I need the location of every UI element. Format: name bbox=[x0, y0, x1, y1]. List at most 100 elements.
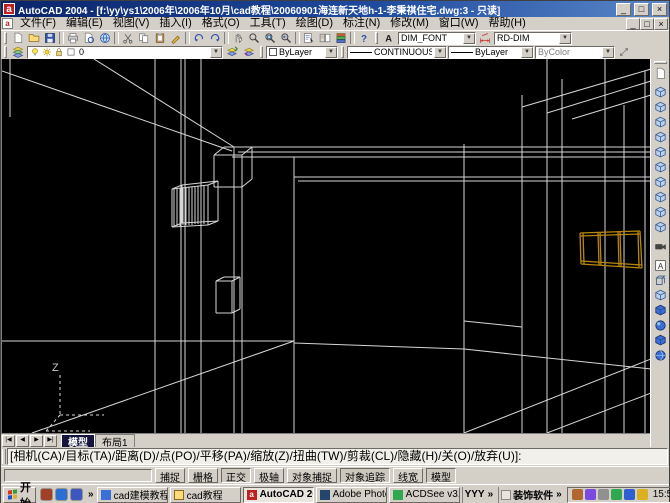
taskbar-task-4[interactable]: ACDSee v3.1... bbox=[388, 486, 460, 503]
quicklaunch-app-1-icon[interactable] bbox=[40, 488, 53, 501]
text-style-dropdown[interactable]: DIM_FONT ▼ bbox=[398, 31, 476, 45]
toolbar-handle[interactable] bbox=[260, 46, 263, 58]
tray-icon-4[interactable] bbox=[610, 489, 622, 500]
gouraud-shaded-button[interactable] bbox=[652, 318, 668, 333]
dropdown-arrow-icon[interactable]: ▼ bbox=[602, 46, 614, 58]
menu-item-2[interactable]: 视图(V) bbox=[108, 17, 155, 30]
menu-item-6[interactable]: 绘图(D) bbox=[291, 17, 338, 30]
start-button[interactable]: 开始 bbox=[3, 482, 36, 503]
toolbar-handle[interactable] bbox=[341, 46, 344, 58]
toolbar-handle[interactable] bbox=[653, 61, 667, 64]
layer-dropdown[interactable]: 0 ▼ bbox=[27, 45, 223, 59]
bottom-view-button[interactable] bbox=[652, 100, 668, 115]
drawing-canvas[interactable]: Z bbox=[1, 59, 650, 433]
tray-icon-2[interactable] bbox=[584, 489, 596, 500]
redo-button[interactable] bbox=[207, 31, 223, 45]
layer-previous-button[interactable] bbox=[241, 45, 257, 59]
layout-tab-0[interactable]: 模型 bbox=[61, 434, 95, 449]
tab-nav-1[interactable]: ◀ bbox=[16, 434, 29, 447]
dropdown-arrow-icon[interactable]: ▼ bbox=[325, 46, 337, 58]
dropdown-arrow-icon[interactable]: ▼ bbox=[210, 46, 222, 58]
text-style-button[interactable]: A bbox=[381, 31, 397, 45]
2d-wireframe-button[interactable]: A bbox=[652, 258, 668, 273]
undo-button[interactable] bbox=[191, 31, 207, 45]
tab-nav-2[interactable]: ▶ bbox=[30, 434, 43, 447]
doc-restore-button[interactable]: □ bbox=[640, 17, 654, 30]
command-window[interactable]: [相机(CA)/目标(TA)/距离(D)/点(PO)/平移(PA)/缩放(Z)/… bbox=[1, 447, 669, 466]
color-dropdown[interactable]: ByLayer ▼ bbox=[266, 45, 338, 59]
publish-button[interactable] bbox=[97, 31, 113, 45]
new-button[interactable] bbox=[10, 31, 26, 45]
dim-style-dropdown[interactable]: RD-DIM ▼ bbox=[494, 31, 572, 45]
tray-icon-6[interactable] bbox=[636, 489, 648, 500]
status-polar[interactable]: 极轴 bbox=[254, 468, 284, 484]
open-button[interactable] bbox=[26, 31, 42, 45]
nw-isometric-view-button[interactable] bbox=[652, 220, 668, 235]
status-model[interactable]: 模型 bbox=[426, 468, 456, 484]
status-grid[interactable]: 栅格 bbox=[188, 468, 218, 484]
minimize-button[interactable]: _ bbox=[616, 2, 631, 16]
command-prompt[interactable]: [相机(CA)/目标(TA)/距离(D)/点(PO)/平移(PA)/缩放(Z)/… bbox=[7, 448, 668, 465]
layer-properties-button[interactable] bbox=[10, 45, 26, 59]
flat-shaded-button[interactable] bbox=[652, 303, 668, 318]
plot-button[interactable] bbox=[65, 31, 81, 45]
designcenter-button[interactable] bbox=[317, 31, 333, 45]
doc-minimize-button[interactable]: _ bbox=[626, 17, 640, 30]
back-view-button[interactable] bbox=[652, 160, 668, 175]
taskbar-task-3[interactable]: Adobe Photo... bbox=[315, 486, 387, 503]
taskbar-task-1[interactable]: cad教程 bbox=[169, 486, 241, 503]
close-button[interactable]: × bbox=[652, 2, 667, 16]
zoom-previous-button[interactable] bbox=[278, 31, 294, 45]
save-button[interactable] bbox=[42, 31, 58, 45]
pan-realtime-button[interactable] bbox=[230, 31, 246, 45]
dropdown-arrow-icon[interactable]: ▼ bbox=[559, 32, 571, 44]
right-view-button[interactable] bbox=[652, 130, 668, 145]
make-layer-current-button[interactable] bbox=[224, 45, 240, 59]
menu-item-7[interactable]: 标注(N) bbox=[338, 17, 385, 30]
tray-icon-1[interactable] bbox=[571, 489, 583, 500]
taskbar-task-0[interactable]: cad建模教程... bbox=[96, 486, 168, 503]
doc-close-button[interactable]: × bbox=[654, 17, 668, 30]
status-otrack[interactable]: 对象追踪 bbox=[340, 468, 390, 484]
front-view-button[interactable] bbox=[652, 145, 668, 160]
taskbar-task-2[interactable]: aAutoCAD 200... bbox=[242, 486, 314, 503]
left-view-button[interactable] bbox=[652, 115, 668, 130]
status-ortho[interactable]: 正交 bbox=[221, 468, 251, 484]
status-osnap[interactable]: 对象捕捉 bbox=[287, 468, 337, 484]
menu-item-9[interactable]: 窗口(W) bbox=[434, 17, 484, 30]
tray-icon-5[interactable] bbox=[623, 489, 635, 500]
menu-item-3[interactable]: 插入(I) bbox=[154, 17, 196, 30]
menu-item-1[interactable]: 编辑(E) bbox=[61, 17, 108, 30]
toolbar-handle[interactable] bbox=[4, 32, 7, 44]
gouraud-shaded-edges-button[interactable] bbox=[652, 348, 668, 363]
chevron-icon[interactable]: » bbox=[555, 489, 563, 500]
tray-icon-3[interactable] bbox=[597, 489, 609, 500]
quicklaunch-internet-explorer-icon[interactable] bbox=[55, 488, 68, 501]
tab-nav-0[interactable]: |◀ bbox=[2, 434, 15, 447]
menu-item-0[interactable]: 文件(F) bbox=[15, 17, 61, 30]
camera-button[interactable] bbox=[652, 239, 668, 254]
tab-nav-3[interactable]: ▶| bbox=[44, 434, 57, 447]
menu-item-5[interactable]: 工具(T) bbox=[245, 17, 291, 30]
se-isometric-view-button[interactable] bbox=[652, 190, 668, 205]
chevron-icon[interactable]: » bbox=[487, 489, 495, 500]
3d-wireframe-button[interactable] bbox=[652, 273, 668, 288]
menu-item-10[interactable]: 帮助(H) bbox=[484, 17, 531, 30]
toolbar-handle[interactable] bbox=[4, 46, 7, 58]
linetype-dropdown[interactable]: CONTINUOUS ▼ bbox=[347, 45, 447, 59]
sw-isometric-view-button[interactable] bbox=[652, 175, 668, 190]
hidden-button[interactable] bbox=[652, 288, 668, 303]
top-view-button[interactable] bbox=[652, 85, 668, 100]
flat-shaded-edges-button[interactable] bbox=[652, 333, 668, 348]
command-window-grip[interactable] bbox=[2, 449, 6, 464]
help-button[interactable]: ? bbox=[356, 31, 372, 45]
quick-launch-chevron-icon[interactable]: » bbox=[87, 489, 95, 500]
dim-linear-button[interactable] bbox=[616, 45, 632, 59]
lineweight-dropdown[interactable]: ByLayer ▼ bbox=[448, 45, 534, 59]
print-preview-button[interactable] bbox=[81, 31, 97, 45]
properties-button[interactable] bbox=[301, 31, 317, 45]
quicklaunch-app-3-icon[interactable] bbox=[70, 488, 83, 501]
layout-tab-1[interactable]: 布局1 bbox=[95, 434, 135, 449]
match-properties-button[interactable] bbox=[168, 31, 184, 45]
copy-button[interactable] bbox=[136, 31, 152, 45]
